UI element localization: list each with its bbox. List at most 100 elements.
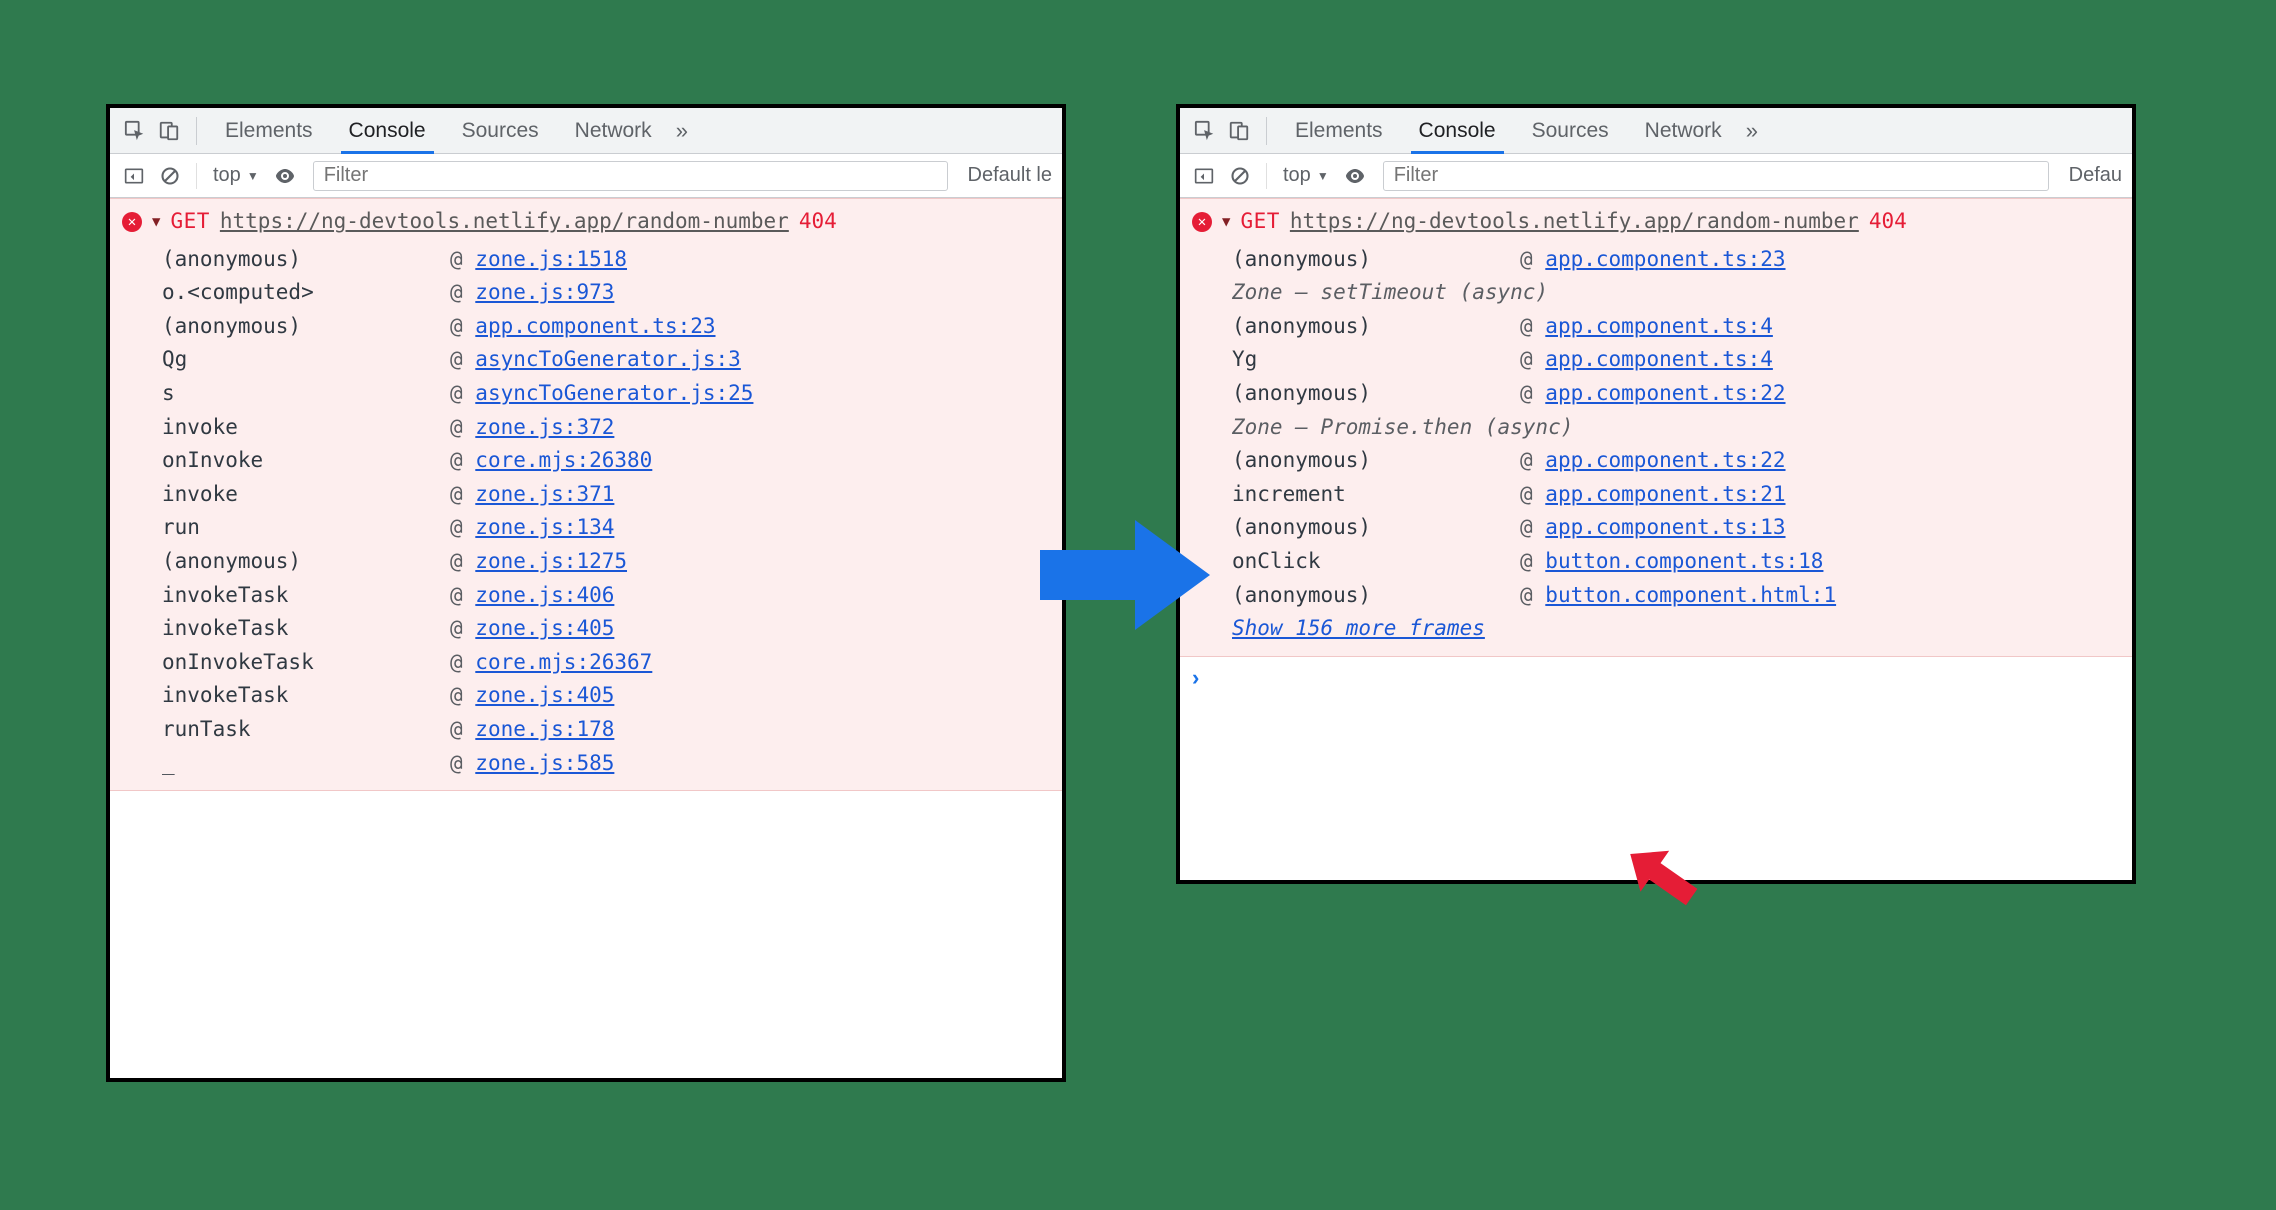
- device-toolbar-icon[interactable]: [152, 114, 186, 148]
- more-tabs-icon[interactable]: »: [676, 118, 688, 144]
- separator: [1266, 163, 1267, 189]
- tab-elements[interactable]: Elements: [207, 109, 331, 153]
- inspect-element-icon[interactable]: [118, 114, 152, 148]
- http-status: 404: [1869, 205, 1907, 239]
- source-link[interactable]: app.component.ts:4: [1545, 314, 1773, 338]
- source-link[interactable]: zone.js:405: [475, 683, 614, 707]
- source-link[interactable]: zone.js:178: [475, 717, 614, 741]
- frame-location: @ zone.js:405: [450, 679, 1050, 713]
- frame-function: _: [162, 747, 442, 781]
- source-link[interactable]: app.component.ts:21: [1545, 482, 1785, 506]
- source-link[interactable]: zone.js:134: [475, 515, 614, 539]
- frame-function: (anonymous): [1232, 310, 1512, 344]
- more-tabs-icon[interactable]: »: [1746, 118, 1758, 144]
- source-link[interactable]: app.component.ts:22: [1545, 381, 1785, 405]
- stack-frame: invokeTask@ zone.js:406: [162, 579, 1050, 613]
- tab-sources[interactable]: Sources: [444, 109, 557, 153]
- tab-console[interactable]: Console: [331, 109, 444, 153]
- console-toolbar: top ▼ Defau: [1180, 154, 2132, 198]
- log-level-selector[interactable]: Defau: [2061, 164, 2124, 187]
- show-more-frames-link[interactable]: Show 156 more frames: [1192, 612, 2120, 646]
- source-link[interactable]: zone.js:405: [475, 616, 614, 640]
- frame-function: invoke: [162, 411, 442, 445]
- live-expression-icon[interactable]: [269, 160, 301, 192]
- stack-frame: onClick@ button.component.ts:18: [1232, 545, 2120, 579]
- inspect-element-icon[interactable]: [1188, 114, 1222, 148]
- stack-frame: (anonymous)@ app.component.ts:22: [1232, 377, 2120, 411]
- frame-location: @ zone.js:973: [450, 276, 1050, 310]
- separator: [1266, 117, 1267, 145]
- frame-function: invokeTask: [162, 679, 442, 713]
- frame-location: @ app.component.ts:22: [1520, 444, 2120, 478]
- frame-location: @ zone.js:178: [450, 713, 1050, 747]
- stack-frame: onInvokeTask@ core.mjs:26367: [162, 646, 1050, 680]
- separator: [196, 117, 197, 145]
- source-link[interactable]: app.component.ts:23: [475, 314, 715, 338]
- error-summary-row[interactable]: ✕ ▼ GET https://ng-devtools.netlify.app/…: [122, 205, 1050, 243]
- stack-frame: onInvoke@ core.mjs:26380: [162, 444, 1050, 478]
- console-message-error: ✕ ▼ GET https://ng-devtools.netlify.app/…: [1180, 198, 2132, 657]
- source-link[interactable]: zone.js:585: [475, 751, 614, 775]
- source-link[interactable]: app.component.ts:13: [1545, 515, 1785, 539]
- frame-location: @ asyncToGenerator.js:25: [450, 377, 1050, 411]
- stack-frame: Qg@ asyncToGenerator.js:3: [162, 343, 1050, 377]
- stack-frame: _@ zone.js:585: [162, 747, 1050, 781]
- log-level-selector[interactable]: Default le: [960, 164, 1055, 187]
- frame-function: Yg: [1232, 343, 1512, 377]
- source-link[interactable]: zone.js:371: [475, 482, 614, 506]
- source-link[interactable]: app.component.ts:4: [1545, 347, 1773, 371]
- error-url[interactable]: https://ng-devtools.netlify.app/random-n…: [220, 205, 789, 239]
- console-prompt[interactable]: ›: [1180, 657, 2132, 699]
- expand-triangle-icon[interactable]: ▼: [152, 211, 160, 233]
- source-link[interactable]: asyncToGenerator.js:3: [475, 347, 741, 371]
- live-expression-icon[interactable]: [1339, 160, 1371, 192]
- device-toolbar-icon[interactable]: [1222, 114, 1256, 148]
- frame-function: run: [162, 511, 442, 545]
- stack-frame: (anonymous)@ app.component.ts:23: [162, 310, 1050, 344]
- source-link[interactable]: asyncToGenerator.js:25: [475, 381, 753, 405]
- tab-network[interactable]: Network: [557, 109, 670, 153]
- source-link[interactable]: zone.js:973: [475, 280, 614, 304]
- source-link[interactable]: app.component.ts:23: [1545, 247, 1785, 271]
- error-icon: ✕: [1192, 212, 1212, 232]
- console-filter-input[interactable]: [1383, 161, 2049, 191]
- stack-frame: Yg@ app.component.ts:4: [1232, 343, 2120, 377]
- error-summary-row[interactable]: ✕ ▼ GET https://ng-devtools.netlify.app/…: [1192, 205, 2120, 243]
- expand-triangle-icon[interactable]: ▼: [1222, 211, 1230, 233]
- clear-console-icon[interactable]: [154, 160, 186, 192]
- source-link[interactable]: button.component.ts:18: [1545, 549, 1823, 573]
- frame-function: (anonymous): [1232, 377, 1512, 411]
- execution-context-selector[interactable]: top ▼: [207, 164, 265, 187]
- stack-frame: invokeTask@ zone.js:405: [162, 679, 1050, 713]
- clear-console-icon[interactable]: [1224, 160, 1256, 192]
- http-status: 404: [799, 205, 837, 239]
- console-filter-input[interactable]: [313, 161, 948, 191]
- dropdown-triangle-icon: ▼: [1317, 169, 1329, 183]
- frame-function: invoke: [162, 478, 442, 512]
- source-link[interactable]: core.mjs:26367: [475, 650, 652, 674]
- source-link[interactable]: zone.js:1275: [475, 549, 627, 573]
- frame-location: @ button.component.ts:18: [1520, 545, 2120, 579]
- error-url[interactable]: https://ng-devtools.netlify.app/random-n…: [1290, 205, 1859, 239]
- frame-location: @ zone.js:1518: [450, 243, 1050, 277]
- execution-context-selector[interactable]: top ▼: [1277, 164, 1335, 187]
- source-link[interactable]: core.mjs:26380: [475, 448, 652, 472]
- source-link[interactable]: zone.js:1518: [475, 247, 627, 271]
- http-method: GET: [1240, 205, 1279, 239]
- stack-frame: (anonymous)@ app.component.ts:22: [1232, 444, 2120, 478]
- devtools-tabbar: Elements Console Sources Network »: [110, 108, 1062, 154]
- console-message-error: ✕ ▼ GET https://ng-devtools.netlify.app/…: [110, 198, 1062, 791]
- console-sidebar-toggle-icon[interactable]: [118, 160, 150, 192]
- source-link[interactable]: app.component.ts:22: [1545, 448, 1785, 472]
- source-link[interactable]: zone.js:372: [475, 415, 614, 439]
- console-sidebar-toggle-icon[interactable]: [1188, 160, 1220, 192]
- tab-network[interactable]: Network: [1627, 109, 1740, 153]
- frame-function: onClick: [1232, 545, 1512, 579]
- source-link[interactable]: zone.js:406: [475, 583, 614, 607]
- frame-function: s: [162, 377, 442, 411]
- frame-function: Qg: [162, 343, 442, 377]
- tab-console[interactable]: Console: [1401, 109, 1514, 153]
- source-link[interactable]: button.component.html:1: [1545, 583, 1836, 607]
- tab-sources[interactable]: Sources: [1514, 109, 1627, 153]
- tab-elements[interactable]: Elements: [1277, 109, 1401, 153]
